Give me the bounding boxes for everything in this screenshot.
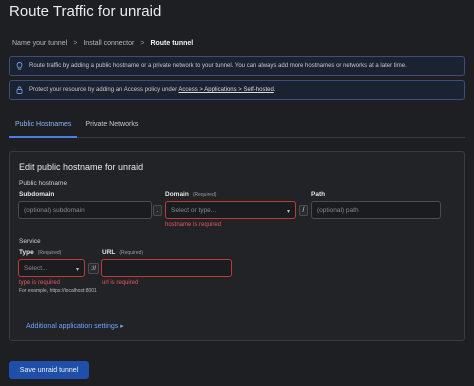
public-hostname-label: Public hostname — [19, 180, 68, 187]
scheme-separator: :// — [88, 263, 99, 274]
type-hint: For example, https://localhost:8001 — [19, 288, 97, 294]
additional-settings-toggle[interactable]: Additional application settings ▸ — [26, 322, 124, 330]
breadcrumb-separator: > — [73, 40, 78, 47]
save-tunnel-button[interactable]: Save unraid tunnel — [9, 361, 89, 379]
breadcrumb: Name your tunnel > Install connector > R… — [12, 40, 193, 47]
form-title: Edit public hostname for unraid — [19, 162, 144, 172]
lock-icon — [16, 86, 23, 94]
chevron-down-icon: ▾ — [286, 209, 290, 215]
subdomain-input[interactable]: (optional) subdomain — [18, 201, 152, 219]
domain-select[interactable]: Select or type... ▾ — [165, 201, 296, 219]
type-select[interactable]: Select... ▾ — [18, 259, 85, 277]
type-label: Type (Required) — [19, 249, 62, 256]
page-title: Route Traffic for unraid — [9, 3, 162, 20]
tab-bar: Public Hostnames Private Networks — [9, 116, 465, 138]
tab-public-hostnames[interactable]: Public Hostnames — [9, 116, 78, 138]
url-error: url is required — [102, 280, 139, 286]
url-input[interactable] — [101, 259, 232, 277]
breadcrumb-separator: > — [140, 40, 145, 47]
access-banner: Protect your resource by adding an Acces… — [9, 80, 465, 100]
info-banner-text: Route traffic by adding a public hostnam… — [29, 63, 407, 69]
type-error: type is required — [19, 280, 61, 286]
path-input[interactable]: (optional) path — [311, 201, 441, 219]
path-label: Path — [311, 191, 326, 198]
subdomain-dot: . — [153, 205, 162, 216]
tab-private-networks[interactable]: Private Networks — [79, 116, 144, 138]
info-banner: Route traffic by adding a public hostnam… — [9, 56, 465, 76]
path-separator: / — [299, 205, 308, 216]
domain-error: hostname is required — [165, 222, 222, 228]
access-applications-link[interactable]: Access > Applications > Self-hosted — [178, 87, 273, 93]
chevron-down-icon: ▾ — [75, 267, 79, 273]
access-banner-text: Protect your resource by adding an Acces… — [29, 87, 276, 93]
breadcrumb-step-route-tunnel: Route tunnel — [150, 40, 194, 47]
breadcrumb-step-install-connector[interactable]: Install connector — [83, 40, 134, 47]
url-label: URL (Required) — [102, 249, 143, 256]
lightbulb-icon — [16, 62, 23, 70]
breadcrumb-step-name-tunnel[interactable]: Name your tunnel — [12, 40, 67, 47]
domain-label: Domain (Required) — [165, 191, 217, 198]
subdomain-label: Subdomain — [19, 191, 55, 198]
chevron-right-icon: ▸ — [120, 323, 124, 330]
service-label: Service — [19, 238, 41, 245]
hostname-form-card: Edit public hostname for unraid Public h… — [9, 151, 465, 341]
